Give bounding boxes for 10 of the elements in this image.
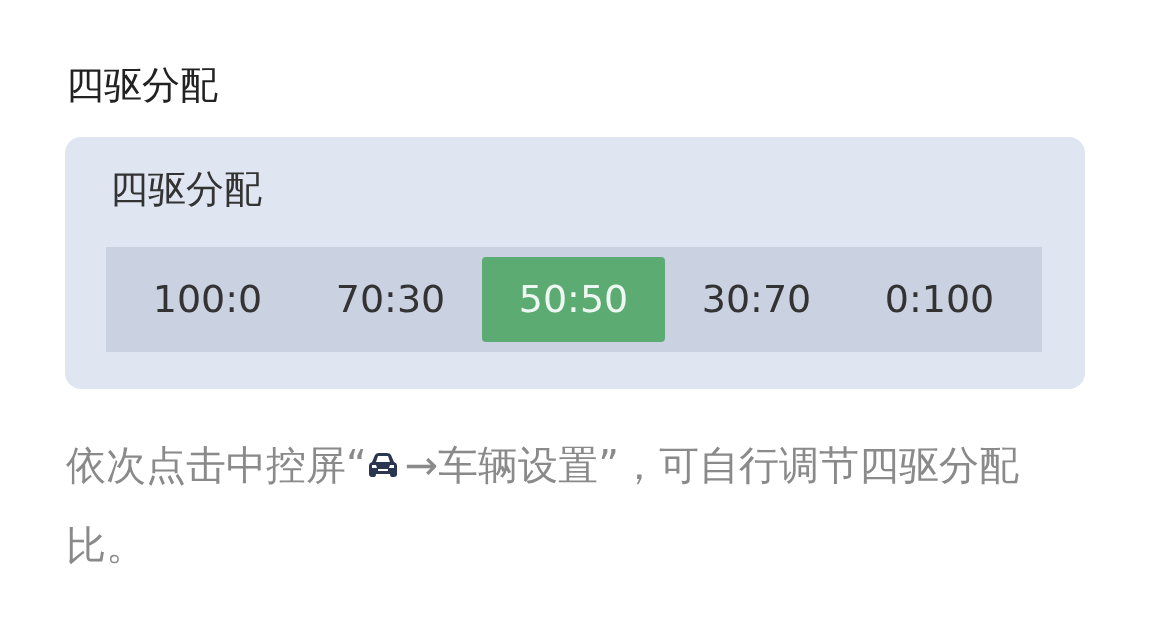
- car-icon: [368, 453, 397, 478]
- ratio-option[interactable]: 30:70: [665, 257, 848, 343]
- ratio-option[interactable]: 100:0: [116, 257, 299, 343]
- instruction-text: 比。: [66, 522, 146, 569]
- instruction-text: →车辆设置”，可自行调节四驱分配: [404, 441, 1019, 491]
- ratio-option[interactable]: 0:100: [848, 257, 1031, 343]
- ratio-option[interactable]: 70:30: [299, 257, 482, 343]
- section-heading: 四驱分配: [66, 63, 218, 109]
- instruction-text: 依次点击中控屏“: [66, 441, 367, 491]
- card-title: 四驱分配: [110, 166, 262, 213]
